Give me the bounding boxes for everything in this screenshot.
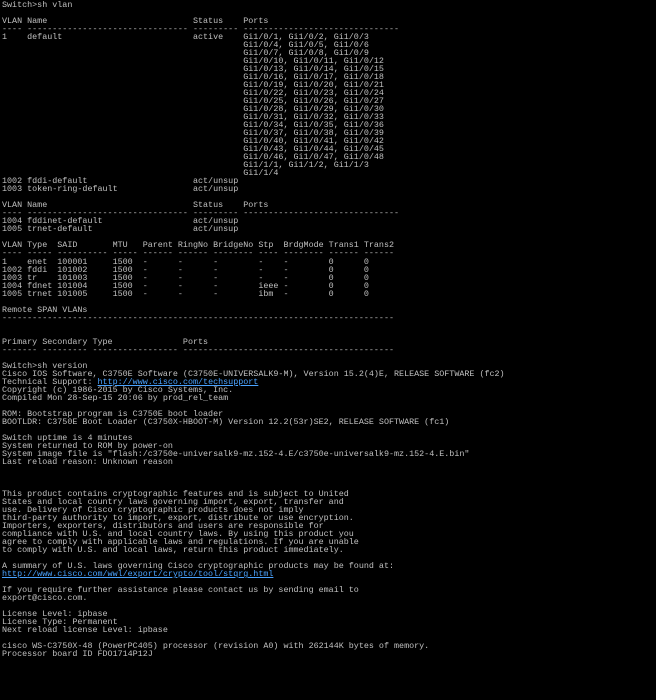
terminal-line: Processor board ID FDO1714P12J — [2, 650, 153, 659]
terminal-line: Gi1/0/16, Gi1/0/17, Gi1/0/18 — [2, 73, 384, 82]
terminal-line: 1002 fddi-default act/unsup — [2, 177, 239, 186]
terminal-line: Gi1/0/46, Gi1/0/47, Gi1/0/48 — [2, 153, 384, 162]
terminal-line: 1004 fdnet 101004 1500 - - - ieee - 0 0 — [2, 281, 369, 290]
terminal-line: Gi1/1/1, Gi1/1/2, Gi1/1/3 — [2, 161, 369, 170]
terminal-line: System returned to ROM by power-on — [2, 441, 173, 450]
terminal-line: Gi1/0/31, Gi1/0/32, Gi1/0/33 — [2, 113, 384, 122]
terminal-line: Importers, exporters, distributors and u… — [2, 522, 324, 531]
terminal-line: use. Delivery of Cisco cryptographic pro… — [2, 505, 304, 514]
terminal-line: 1005 trnet-default act/unsup — [2, 225, 239, 234]
terminal-line: ROM: Bootstrap program is C3750E boot lo… — [2, 409, 224, 418]
terminal-line: Gi1/0/40, Gi1/0/41, Gi1/0/42 — [2, 137, 384, 146]
terminal-line: System image file is "flash:/c3750e-univ… — [2, 449, 470, 458]
terminal-line: Technical Support: http://www.cisco.com/… — [2, 378, 656, 386]
terminal-line: Gi1/0/28, Gi1/0/29, Gi1/0/30 — [2, 105, 384, 114]
terminal-line: This product contains cryptographic feat… — [2, 489, 349, 498]
terminal-line: Gi1/0/37, Gi1/0/38, Gi1/0/39 — [2, 129, 384, 138]
terminal-line: Switch uptime is 4 minutes — [2, 433, 133, 442]
terminal-output[interactable]: Switch>sh vlan VLAN Name Status Ports ----… — [0, 0, 656, 700]
terminal-line: 1002 fddi 101002 1500 - - - - - 0 0 — [2, 265, 369, 274]
terminal-line: Gi1/0/13, Gi1/0/14, Gi1/0/15 — [2, 65, 384, 74]
terminal-line: Compiled Mon 28-Sep-15 20:06 by prod_rel… — [2, 393, 229, 402]
terminal-line: License Level: ipbase — [2, 610, 108, 619]
terminal-line: to comply with U.S. and local laws, retu… — [2, 546, 344, 555]
url-link[interactable]: http://www.cisco.com/wwl/export/crypto/t… — [2, 570, 273, 578]
terminal-line: Gi1/0/34, Gi1/0/35, Gi1/0/36 — [2, 121, 384, 130]
terminal-line: Switch>sh version — [2, 361, 88, 370]
terminal-line: ---- ----- ---------- ----- ------ -----… — [2, 249, 395, 258]
terminal-line: compliance with U.S. and local country l… — [2, 530, 354, 539]
terminal-line: cisco WS-C3750X-48 (PowerPC405) processo… — [2, 642, 430, 651]
terminal-line: Switch>sh vlan — [2, 1, 73, 10]
terminal-line: 1003 token-ring-default act/unsup — [2, 185, 239, 194]
terminal-line: 1005 trnet 101005 1500 - - - ibm - 0 0 — [2, 289, 369, 298]
terminal-line: export@cisco.com. — [2, 594, 88, 603]
terminal-line: 1 enet 100001 1500 - - - - - 0 0 — [2, 257, 369, 266]
terminal-line: 1004 fddinet-default act/unsup — [2, 217, 239, 226]
terminal-line: Gi1/0/7, Gi1/0/8, Gi1/0/9 — [2, 49, 369, 58]
terminal-line: States and local country laws governing … — [2, 497, 344, 506]
terminal-line: ---- -------------------------------- --… — [2, 209, 400, 218]
line-text: Technical Support: — [2, 377, 98, 386]
terminal-line: Copyright (c) 1986-2015 by Cisco Systems… — [2, 385, 234, 394]
terminal-line: Remote SPAN VLANs — [2, 305, 88, 314]
terminal-line: Primary Secondary Type Ports — [2, 337, 209, 346]
terminal-line: A summary of U.S. laws governing Cisco c… — [2, 562, 395, 571]
terminal-line: VLAN Name Status Ports — [2, 17, 269, 26]
terminal-line: ---- -------------------------------- --… — [2, 25, 400, 34]
terminal-line: Next reload license Level: ipbase — [2, 626, 168, 635]
terminal-line: http://www.cisco.com/wwl/export/crypto/t… — [2, 570, 656, 578]
terminal-line: ------- --------- ----------------- ----… — [2, 345, 395, 354]
terminal-line: Gi1/0/43, Gi1/0/44, Gi1/0/45 — [2, 145, 384, 154]
terminal-line: third-party authority to import, export,… — [2, 514, 354, 523]
terminal-line: 1003 tr 101003 1500 - - - - - 0 0 — [2, 273, 369, 282]
terminal-line: 1 default active Gi1/0/1, Gi1/0/2, Gi1/0… — [2, 33, 369, 42]
terminal-line: Gi1/0/22, Gi1/0/23, Gi1/0/24 — [2, 89, 384, 98]
terminal-line: Cisco IOS Software, C3750E Software (C37… — [2, 369, 505, 378]
terminal-line: If you require further assistance please… — [2, 586, 359, 595]
terminal-line: Last reload reason: Unknown reason — [2, 457, 173, 466]
terminal-line: Gi1/0/25, Gi1/0/26, Gi1/0/27 — [2, 97, 384, 106]
terminal-line: Gi1/0/4, Gi1/0/5, Gi1/0/6 — [2, 41, 369, 50]
url-link[interactable]: http://www.cisco.com/techsupport — [98, 378, 259, 386]
terminal-line: Gi1/0/19, Gi1/0/20, Gi1/0/21 — [2, 81, 384, 90]
terminal-line: Gi1/0/10, Gi1/0/11, Gi1/0/12 — [2, 57, 384, 66]
terminal-line: BOOTLDR: C3750E Boot Loader (C3750X-HBOO… — [2, 417, 450, 426]
terminal-line: Gi1/1/4 — [2, 169, 279, 178]
terminal-line: VLAN Type SAID MTU Parent RingNo BridgeN… — [2, 241, 395, 250]
terminal-line: License Type: Permanent — [2, 618, 118, 627]
terminal-line: ----------------------------------------… — [2, 313, 395, 322]
terminal-line: agree to comply with applicable laws and… — [2, 538, 359, 547]
terminal-line: VLAN Name Status Ports — [2, 201, 269, 210]
